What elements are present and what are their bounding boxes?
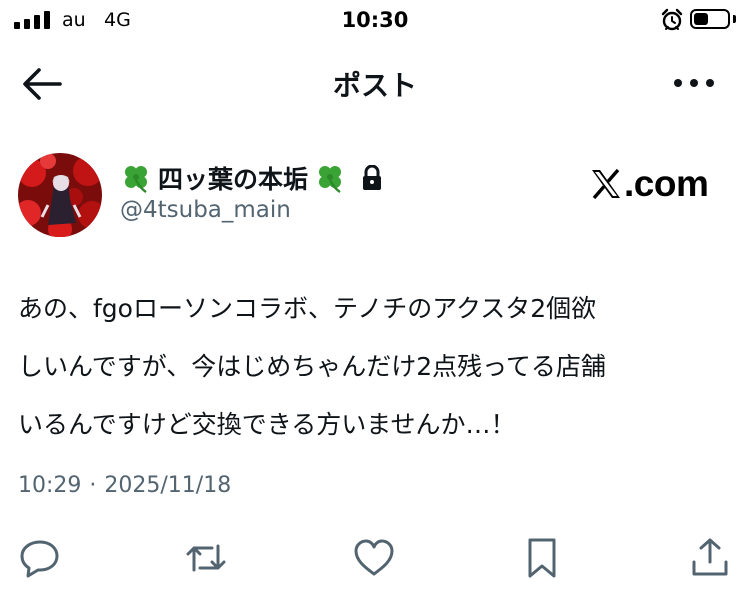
post-text: あの、fgoローソンコラボ、テノチのアクスタ2個欲 しいんですが、今はじめちゃん… (18, 280, 738, 454)
x-logo: .com (590, 163, 709, 204)
status-bar: au 4G 10:30 (0, 0, 750, 44)
user-handle[interactable]: @4tsuba_main (120, 197, 291, 223)
more-icon[interactable] (668, 68, 720, 98)
x-icon (592, 168, 620, 200)
bookmark-icon[interactable] (520, 536, 564, 580)
lock-icon (363, 165, 382, 190)
like-icon[interactable] (352, 536, 396, 580)
post-line: いるんですけど交換できる方いませんか…！ (18, 410, 516, 439)
repost-icon[interactable] (184, 536, 228, 580)
display-name-row[interactable]: 四ッ葉の本垢 (120, 160, 384, 196)
alarm-icon (661, 8, 683, 31)
top-nav: ポスト (0, 50, 750, 120)
page-title: ポスト (332, 69, 417, 102)
battery-icon (690, 9, 730, 29)
post-time: 10:29 (18, 473, 82, 498)
post-date: 2025/11/18 (104, 473, 232, 498)
status-time: 10:30 (341, 8, 409, 32)
post-line: あの、fgoローソンコラボ、テノチのアクスタ2個欲 (18, 294, 597, 323)
timestamp-separator: · (89, 473, 97, 498)
post-line: しいんですが、今はじめちゃんだけ2点残ってる店舗 (18, 352, 606, 381)
watermark-text: .com (624, 163, 709, 204)
share-icon[interactable] (688, 536, 732, 580)
reply-icon[interactable] (18, 536, 62, 580)
clover-icon (319, 166, 342, 193)
action-bar (0, 530, 750, 586)
display-name: 四ッ葉の本垢 (158, 165, 309, 194)
avatar[interactable] (18, 153, 102, 237)
battery-tip (733, 15, 736, 23)
clover-icon (125, 166, 147, 193)
post-timestamp[interactable]: 10:29 · 2025/11/18 (18, 473, 231, 498)
